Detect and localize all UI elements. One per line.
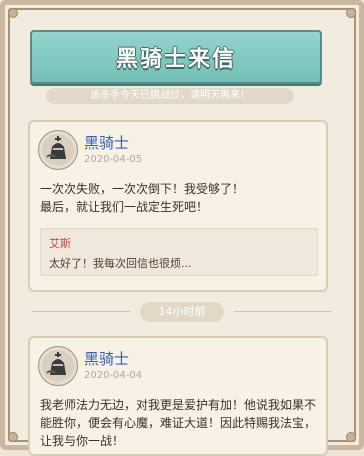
frame-rivet: [346, 8, 356, 18]
sender-name: 黑骑士: [84, 134, 130, 152]
black-knight-avatar-icon[interactable]: [38, 130, 78, 170]
black-knight-avatar-icon[interactable]: [38, 346, 78, 386]
time-divider: 14小时前: [0, 300, 364, 324]
page-title: 黑骑士来信: [115, 47, 236, 72]
frame-rivet: [8, 8, 18, 18]
divider-line: [32, 311, 130, 312]
letter-date: 2020-04-04: [84, 370, 143, 381]
letter-message: 一次次失败，一次次倒下！我受够了！ 最后，就让我们一战定生死吧！: [40, 182, 245, 214]
reply-author: 艾斯: [49, 237, 71, 250]
reply-box[interactable]: 艾斯 太好了！我每次回信也很烦...: [40, 228, 318, 276]
time-ago-label: 14小时前: [140, 302, 224, 322]
letter-date: 2020-04-05: [84, 154, 143, 165]
reply-text: 太好了！我每次回信也很烦...: [49, 257, 192, 270]
divider-line: [234, 311, 332, 312]
sender-name: 黑骑士: [84, 350, 130, 368]
challenge-notice: 该杀手今天已挑战过，请明天再来！: [46, 88, 294, 104]
letter-card: 黑骑士 2020-04-04 我老师法力无边，对我更是爱护有加！他说我如果不能胜…: [28, 336, 328, 456]
title-banner: 黑骑士来信: [18, 30, 334, 84]
letter-message: 我老师法力无边，对我更是爱护有加！他说我如果不能胜你，便会有心魔，难证大道！因此…: [40, 398, 317, 448]
frame-rivet: [346, 432, 356, 442]
frame-rivet: [8, 432, 18, 442]
letter-card: 黑骑士 2020-04-05 一次次失败，一次次倒下！我受够了！ 最后，就让我们…: [28, 120, 328, 292]
